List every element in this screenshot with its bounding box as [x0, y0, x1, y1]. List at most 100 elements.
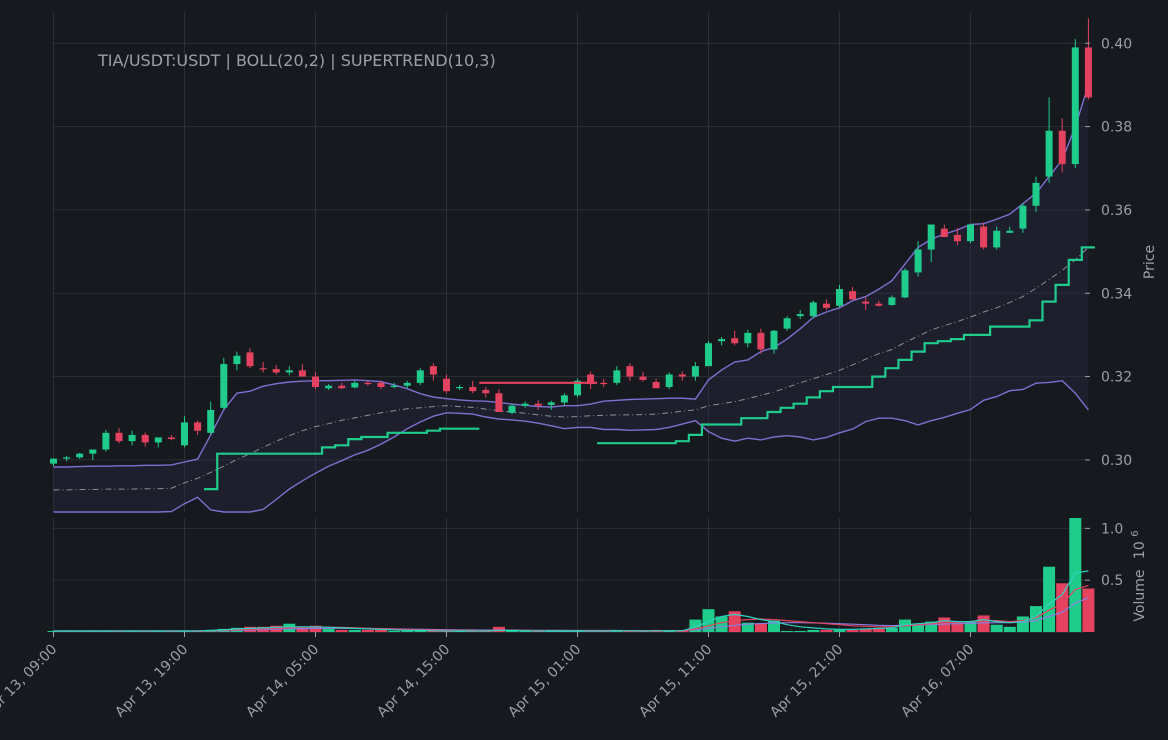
candle — [429, 363, 437, 381]
candle-body — [1006, 230, 1014, 233]
candle-body — [1058, 130, 1066, 165]
volume-bar — [1003, 626, 1016, 632]
candle — [272, 364, 280, 375]
candle-body — [233, 355, 241, 365]
candle — [181, 416, 188, 448]
svg-text:Volume 10 6: Volume 10 6 — [1130, 530, 1148, 621]
candle-body — [246, 352, 254, 367]
candle — [783, 316, 791, 331]
candle — [259, 362, 267, 373]
candle — [154, 437, 162, 448]
candle-body — [312, 376, 319, 387]
candle-body — [50, 458, 57, 464]
candle-body — [534, 403, 542, 406]
candle-body — [469, 387, 477, 392]
candle — [744, 329, 752, 348]
volume-axis-label: Volume — [1132, 570, 1148, 622]
candle — [207, 401, 215, 435]
candle-body — [940, 228, 948, 237]
chart-title: TIA/USDT:USDT | BOLL(20,2) | SUPERTREND(… — [97, 51, 496, 70]
candle — [1045, 97, 1053, 183]
candle — [665, 372, 673, 390]
candle — [967, 224, 974, 244]
volume-bar — [388, 630, 401, 632]
bollinger-bands — [53, 84, 1090, 513]
volume-bar — [1016, 616, 1029, 632]
time-tick-label: Apr 13, 19:00 — [112, 642, 191, 721]
candle-body — [403, 382, 411, 386]
candle-body — [875, 303, 883, 306]
volume-bar — [1069, 518, 1082, 632]
volume-bar — [807, 629, 820, 632]
candle — [128, 430, 136, 446]
candle — [1071, 39, 1079, 169]
volume-bars — [47, 518, 1095, 632]
candle-body — [783, 318, 791, 329]
time-tick-label: Apr 16, 07:00 — [898, 642, 977, 721]
candle-body — [167, 437, 175, 440]
candle — [600, 378, 608, 387]
candle-body — [364, 382, 372, 385]
volume-bar — [375, 629, 387, 632]
volume-bar — [833, 629, 846, 632]
candle-body — [862, 301, 870, 304]
candle-body — [154, 437, 162, 443]
candle-body — [181, 422, 188, 446]
time-axis-ticks: Apr 13, 09:00 Apr 13, 19:00 Apr 14, 05:00 A… — [0, 632, 977, 721]
candle — [456, 384, 464, 390]
volume-grid — [52, 518, 1085, 633]
candle-body — [390, 385, 398, 387]
candle — [246, 348, 254, 369]
candle — [1084, 18, 1092, 100]
candle — [233, 351, 241, 371]
candle-body — [325, 385, 333, 389]
volume-bar — [401, 630, 414, 632]
volume-bar — [977, 615, 990, 632]
candle — [312, 372, 319, 390]
candle-body — [809, 302, 817, 317]
candle-body — [508, 405, 516, 413]
candle — [403, 380, 411, 389]
candle-body — [89, 449, 97, 454]
candle-body — [822, 303, 830, 308]
candle — [1019, 203, 1027, 233]
time-tick-label: Apr 14, 15:00 — [374, 642, 453, 721]
candle-body — [744, 332, 752, 344]
candle — [652, 378, 660, 389]
volume-bar — [820, 629, 833, 632]
candle-body — [980, 226, 988, 248]
time-tick-label: Apr 15, 01:00 — [505, 642, 584, 721]
price-tick-label: 0.36 — [1101, 203, 1132, 219]
candle — [639, 371, 647, 382]
volume-bar — [781, 630, 794, 632]
volume-axis-exponent-base: 10 — [1132, 541, 1148, 559]
candle — [167, 434, 175, 441]
candle — [849, 287, 857, 300]
candle — [469, 380, 477, 394]
candle-body — [967, 224, 974, 242]
candle-body — [272, 369, 280, 373]
candle-body — [194, 422, 202, 431]
candle — [443, 374, 450, 394]
candle — [574, 378, 581, 398]
candle — [626, 363, 634, 381]
candle-body — [560, 395, 568, 403]
candle — [822, 299, 830, 310]
candle — [495, 389, 503, 412]
candle — [298, 364, 306, 377]
candle-body — [914, 249, 922, 273]
candle-body — [495, 393, 503, 412]
candle — [836, 284, 843, 308]
candle-body — [652, 382, 660, 389]
volume-bar — [846, 629, 859, 632]
candle — [718, 337, 726, 346]
candle — [482, 387, 490, 398]
candle-body — [626, 366, 634, 377]
volume-bar — [754, 623, 767, 632]
candle-body — [207, 409, 215, 433]
candle-body — [285, 370, 293, 373]
volume-bar — [335, 629, 348, 632]
candle — [115, 428, 123, 444]
volume-bar — [990, 624, 1003, 632]
candle — [757, 328, 765, 354]
